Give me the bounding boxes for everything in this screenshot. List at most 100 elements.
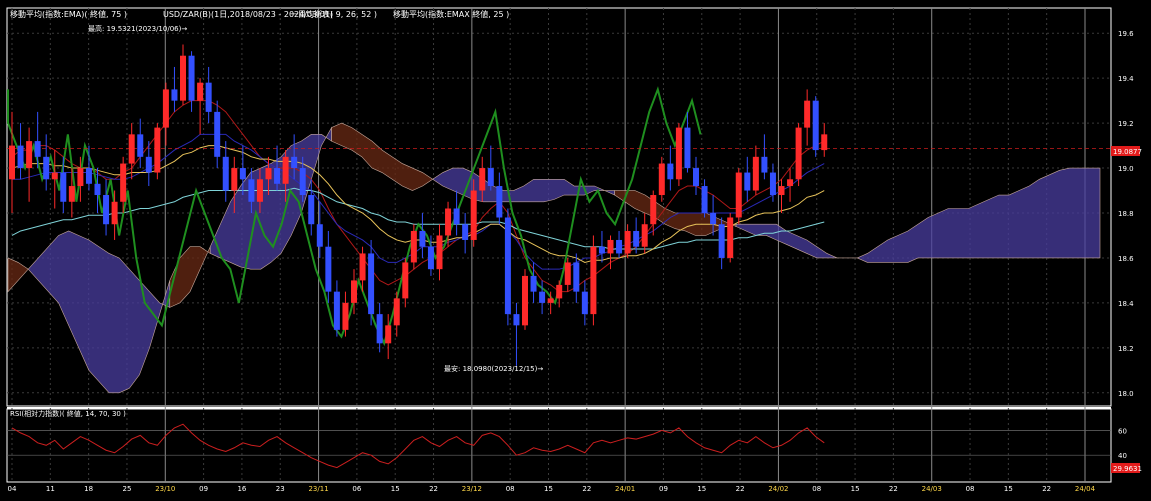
- legend-ichimoku: 一目均衡表( 9, 26, 52 ): [290, 9, 377, 19]
- x-tick-label: 23: [276, 485, 285, 493]
- x-tick-label: 22: [736, 485, 745, 493]
- candle-body: [650, 195, 657, 225]
- candle-body: [299, 168, 306, 196]
- candle: [51, 150, 58, 209]
- candle-body: [821, 134, 828, 151]
- candle-body: [171, 89, 178, 101]
- candle-body: [368, 253, 375, 315]
- candle-body: [675, 127, 682, 180]
- candle-body: [795, 127, 802, 180]
- candle-body: [641, 224, 648, 247]
- x-tick-label: 23/12: [462, 485, 482, 493]
- candle: [590, 235, 597, 326]
- candle: [43, 134, 50, 191]
- x-tick-label: 24/02: [768, 485, 788, 493]
- rsi-tick-label: 60: [1118, 427, 1127, 435]
- candle: [137, 118, 144, 169]
- candle-body: [445, 208, 452, 236]
- x-tick-label: 15: [391, 485, 400, 493]
- price-tick-label: 18.0: [1118, 390, 1134, 398]
- candle-body: [761, 156, 768, 173]
- candle-body: [427, 246, 434, 270]
- low-annotation: 最安: 18.0980(2023/12/15)→: [444, 364, 543, 373]
- candle: [274, 145, 281, 191]
- candle-body: [103, 195, 110, 225]
- candle-body: [351, 280, 357, 303]
- candle-body: [393, 298, 400, 326]
- candle-body: [214, 111, 221, 157]
- candle-body: [616, 239, 623, 254]
- candle: [308, 179, 315, 236]
- candle-body: [462, 224, 469, 240]
- candle: [744, 156, 751, 202]
- candle: [761, 134, 768, 180]
- candle-body: [180, 55, 186, 101]
- candle: [727, 213, 734, 263]
- candle: [402, 257, 409, 308]
- candle-body: [522, 275, 528, 326]
- candle: [205, 66, 212, 124]
- candle-body: [376, 314, 383, 344]
- candle: [522, 269, 528, 330]
- cloud-bullish: [27, 230, 171, 394]
- x-tick-label: 08: [966, 485, 975, 493]
- candle-body: [333, 291, 340, 330]
- candle: [701, 179, 708, 218]
- candle: [368, 239, 375, 326]
- candle-body: [752, 156, 759, 191]
- candle: [342, 291, 349, 337]
- candle-body: [710, 213, 717, 225]
- candle: [752, 145, 759, 196]
- candle-body: [504, 217, 511, 315]
- candle-body: [744, 172, 751, 191]
- rsi-title: RSI(相対力指数)( 終値, 14, 70, 30 ): [10, 409, 126, 418]
- x-tick-label: 15: [697, 485, 706, 493]
- candle-body: [402, 262, 409, 299]
- candle: [675, 123, 682, 187]
- x-tick-label: 25: [123, 485, 132, 493]
- candle: [325, 230, 332, 303]
- candle: [419, 213, 426, 258]
- candle-body: [77, 168, 84, 187]
- x-tick-label: 15: [1004, 485, 1013, 493]
- candle-body: [256, 179, 263, 202]
- x-tick-label: 06: [352, 485, 361, 493]
- candle: [693, 156, 699, 196]
- price-tick-label: 19.0: [1118, 165, 1134, 173]
- candle: [564, 257, 571, 292]
- candle-body: [598, 246, 605, 254]
- candle: [804, 89, 811, 146]
- candle-body: [487, 168, 494, 187]
- candle: [667, 145, 674, 191]
- candle: [658, 156, 665, 202]
- candle-body: [120, 163, 127, 202]
- x-tick-label: 11: [46, 485, 55, 493]
- x-tick-label: 15: [851, 485, 860, 493]
- cloud-bearish: [169, 246, 211, 308]
- candle-body: [590, 246, 597, 315]
- candle: [641, 213, 648, 254]
- candle-body: [419, 230, 426, 247]
- cloud-bearish: [331, 122, 434, 191]
- candle: [453, 190, 460, 236]
- x-tick-label: 22: [1042, 485, 1051, 493]
- rsi-panel-frame: [6, 408, 1112, 483]
- candle-body: [479, 168, 486, 191]
- candle: [26, 127, 33, 202]
- candle-body: [607, 239, 614, 254]
- candle: [333, 280, 340, 337]
- x-tick-label: 18: [84, 485, 93, 493]
- candle-body: [17, 145, 24, 169]
- candle-body: [496, 186, 503, 218]
- candle-body: [727, 217, 734, 258]
- x-tick-label: 24/01: [615, 485, 635, 493]
- candle-body: [812, 100, 819, 151]
- candle: [462, 213, 469, 254]
- candle-body: [410, 230, 417, 263]
- candle-body: [547, 298, 554, 303]
- x-tick-label: 04: [8, 485, 17, 493]
- candle-body: [624, 230, 631, 254]
- price-tick-label: 18.2: [1118, 345, 1134, 353]
- candle-body: [9, 145, 15, 180]
- candle-body: [787, 179, 794, 187]
